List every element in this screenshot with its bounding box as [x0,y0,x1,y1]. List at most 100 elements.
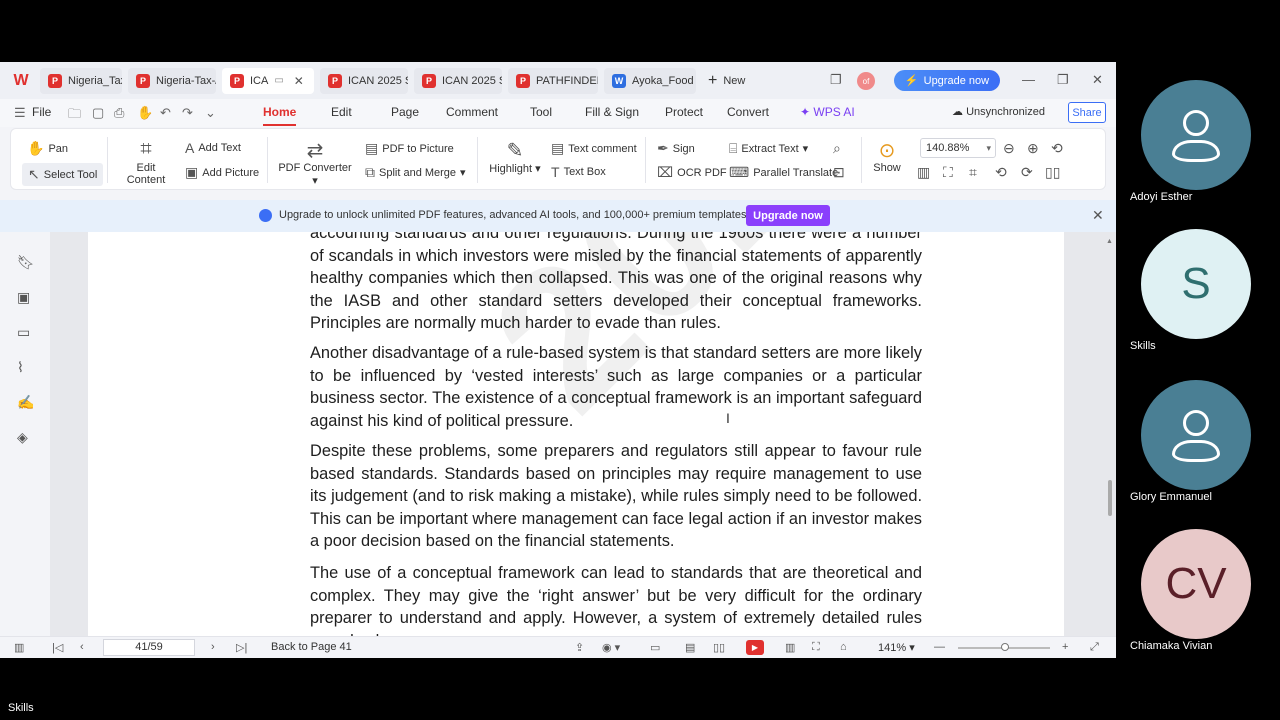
zoom-slider-knob[interactable] [1001,643,1009,651]
banner-upgrade-button[interactable]: Upgrade now [746,205,830,226]
signature-icon[interactable]: ✍ [17,394,34,411]
menu-file[interactable]: File [32,105,51,119]
window-switch-icon[interactable]: ❐ [830,72,842,88]
chevron-down-icon[interactable]: ⌄ [205,105,216,121]
single-page-icon[interactable]: ▭ [650,641,660,654]
parallel-translate-button[interactable]: ⌨ Parallel Translate [729,164,838,181]
tab-6[interactable]: P PATHFINDER [508,67,598,94]
sign-button[interactable]: ✒ Sign [657,140,695,157]
open-folder-icon[interactable]: 🗀 [68,105,81,127]
status-zoom[interactable]: 141% ▾ [878,641,915,654]
crop-icon[interactable]: ⌗ [969,164,977,181]
pdf-page[interactable]: 2025 accounting standards and other regu… [88,232,1064,636]
menu-comment[interactable]: Comment [446,105,498,119]
undo-icon[interactable]: ↶ [160,105,171,121]
next-page-icon[interactable]: › [211,641,215,653]
zoom-out-icon[interactable]: — [934,641,945,653]
share-button[interactable]: Share [1068,102,1106,123]
hamburger-icon[interactable]: ☰ [14,105,26,121]
participant-tile[interactable]: CV [1141,529,1251,639]
screenshot-icon[interactable]: ⊡ [833,164,845,181]
thumbnails-icon[interactable]: ▣ [17,289,30,306]
restore-icon[interactable]: ❐ [1057,72,1069,88]
save-icon[interactable]: ▢ [92,105,104,121]
new-tab-button[interactable]: + New [708,72,745,90]
participant-tile[interactable] [1141,80,1251,190]
highlight-button[interactable]: ✎ Highlight ▾ [485,138,545,175]
tab-1[interactable]: P Nigeria_Tax_ [40,67,122,94]
document-viewport[interactable]: 2025 accounting standards and other regu… [50,232,1116,636]
add-picture-button[interactable]: ▣ Add Picture [185,164,259,181]
layers-icon[interactable]: ◈ [17,429,28,446]
print-icon[interactable]: ⎙ [114,105,124,121]
tab-2[interactable]: P Nigeria-Tax-/ [128,67,216,94]
minimize-icon[interactable]: — [1022,72,1035,87]
select-tool-button[interactable]: ↖ Select Tool [22,163,104,186]
scrollbar[interactable] [1104,232,1114,636]
export-icon[interactable]: ⇪ [575,641,584,654]
rotate-right-icon[interactable]: ⟳ [1021,164,1033,181]
bookmark-icon[interactable]: 🔖︎ [17,254,35,271]
show-button[interactable]: ⊙ Show [869,138,905,174]
prev-page-icon[interactable]: ‹ [80,641,84,653]
first-page-icon[interactable]: |◁ [52,641,63,654]
close-tab-icon[interactable]: ✕ [294,74,304,88]
ocr-pdf-button[interactable]: ⌧ OCR PDF [657,164,727,181]
play-icon[interactable]: ▶ [746,640,764,655]
text-box-button[interactable]: T Text Box [551,164,606,180]
close-window-icon[interactable]: ✕ [1092,72,1103,88]
last-page-icon[interactable]: ▷| [236,641,247,654]
continuous-icon[interactable]: ▤ [685,641,695,654]
text-comment-button[interactable]: ▤ Text comment [551,140,637,157]
fit-width-icon[interactable]: ⛶ [943,164,953,181]
zoom-select[interactable]: 140.88% ▾ [920,138,996,158]
tab-active[interactable]: P ICA ▭ ✕ [222,67,314,94]
rotate-left-icon[interactable]: ⟲ [995,164,1007,181]
book-icon[interactable]: ▥ [785,641,795,654]
attachment-icon[interactable]: ⌇ [17,359,24,376]
extract-text-button[interactable]: ⌸ Extract Text ▾ [729,140,808,157]
menu-convert[interactable]: Convert [727,105,769,119]
account-avatar[interactable]: of [857,72,875,90]
participant-tile[interactable] [1141,380,1251,490]
scrollbar-thumb[interactable] [1108,480,1112,516]
eye-care-icon[interactable]: ⌂ [840,641,847,653]
menu-protect[interactable]: Protect [665,105,703,119]
search-icon[interactable]: ⌕ [833,140,841,157]
pdf-to-picture-button[interactable]: ▤ PDF to Picture [365,140,454,157]
hand-icon[interactable]: ✋ [137,105,153,121]
split-merge-button[interactable]: ⧉ Split and Merge ▾ [365,164,466,181]
full-screen-icon[interactable]: ⛶ [812,641,820,654]
tab-7[interactable]: W Ayoka_Food [604,67,696,94]
pan-button[interactable]: ✋ Pan [27,140,68,157]
menu-fill-sign[interactable]: Fill & Sign [585,105,639,119]
menu-tool[interactable]: Tool [530,105,552,119]
sync-status[interactable]: ☁ Unsynchronized [952,105,1045,118]
menu-wps-ai[interactable]: ✦ WPS AI [800,105,855,119]
fit-page-icon[interactable]: ▥ [917,164,930,181]
back-to-page-link[interactable]: Back to Page 41 [271,641,352,653]
tab-5[interactable]: P ICAN 2025 S [414,67,502,94]
tab-4[interactable]: P ICAN 2025 S [320,67,408,94]
close-banner-icon[interactable]: ✕ [1092,207,1104,224]
participant-tile[interactable]: S [1141,229,1251,339]
sidebar-toggle-icon[interactable]: ▥ [14,641,24,654]
menu-page[interactable]: Page [391,105,419,119]
page-number-input[interactable]: 41/59 [103,639,195,656]
zoom-out-icon[interactable]: ⊖ [1003,140,1015,157]
two-page-icon[interactable]: ▯▯ [713,641,725,654]
redo-icon[interactable]: ↷ [182,105,193,121]
edit-content-button[interactable]: ⌗ Edit Content [116,138,176,186]
add-text-button[interactable]: A Add Text [185,140,241,156]
expand-icon[interactable]: ⤢ [1090,641,1099,654]
menu-edit[interactable]: Edit [331,105,352,119]
zoom-in-icon[interactable]: ⊕ [1027,140,1039,157]
scroll-up-icon[interactable]: ▲ [1106,238,1113,245]
zoom-in-icon[interactable]: + [1062,641,1068,653]
eye-icon[interactable]: ◉ ▾ [602,641,620,654]
menu-home[interactable]: Home [263,105,296,119]
comment-icon[interactable]: ▭ [17,324,30,341]
upgrade-now-pill[interactable]: ⚡ Upgrade now [894,70,1000,91]
rotate-icon[interactable]: ⟲ [1051,140,1063,157]
pdf-converter-button[interactable]: ⇄ PDF Converter ▾ [277,138,353,187]
